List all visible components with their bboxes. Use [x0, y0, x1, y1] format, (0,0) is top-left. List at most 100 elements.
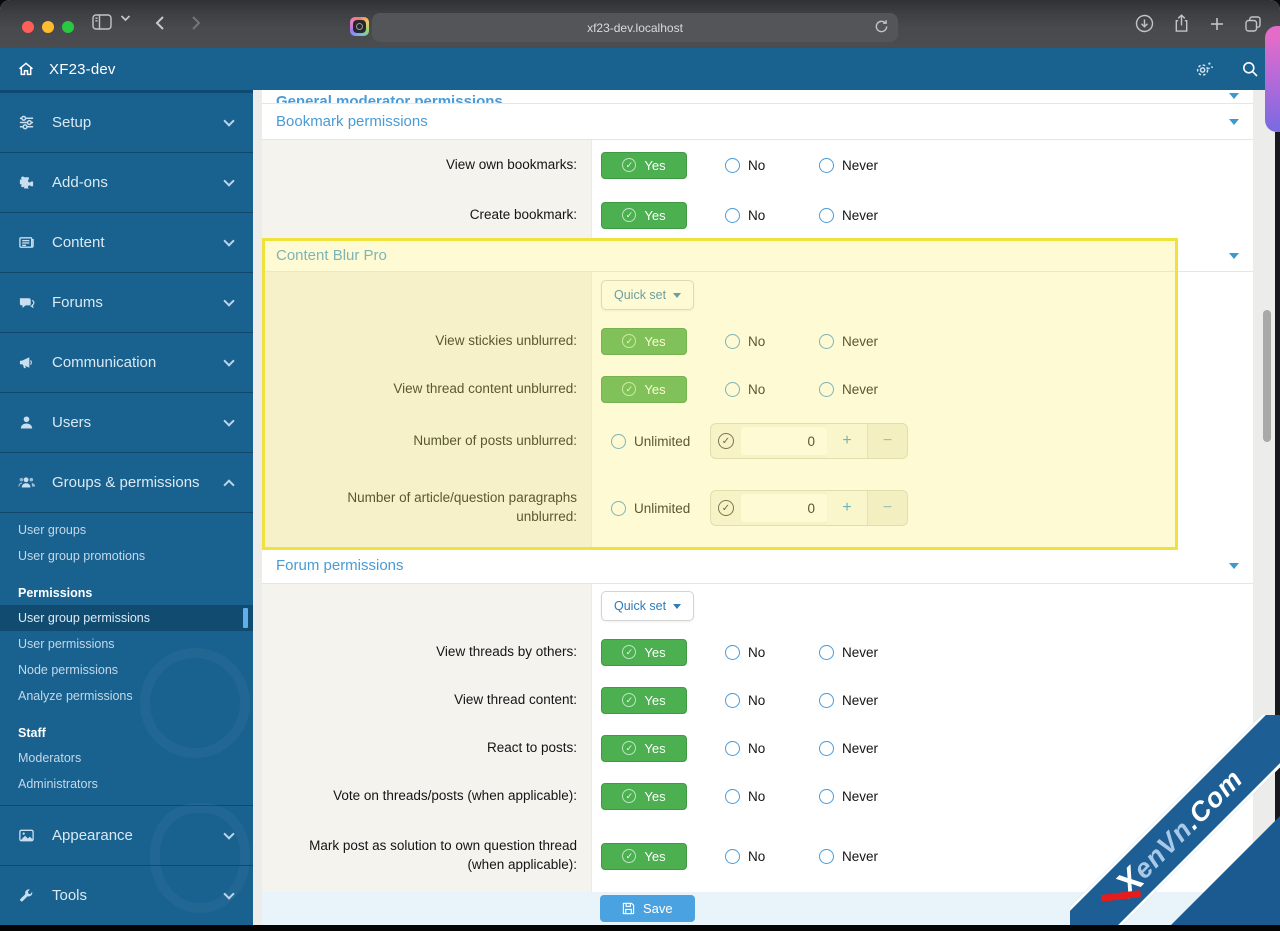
sidebar-item-groups-permissions[interactable]: Groups & permissions — [0, 453, 253, 513]
permission-yes-button[interactable]: ✓ Yes — [601, 842, 687, 870]
sidebar-subitem-user-group-promotions[interactable]: User group promotions — [0, 543, 253, 569]
permission-no-option[interactable]: No — [725, 333, 819, 349]
permission-label: View threads by others: — [262, 628, 592, 676]
sidebar-item-setup[interactable]: Setup — [0, 93, 253, 153]
sidebar-subitem-administrators[interactable]: Administrators — [0, 771, 253, 797]
minimize-window-button[interactable] — [42, 21, 54, 33]
sidebar-item-content[interactable]: Content — [0, 213, 253, 273]
permission-yes-button[interactable]: ✓ Yes — [601, 638, 687, 666]
permission-yes-button[interactable]: ✓ Yes — [601, 734, 687, 762]
permission-never-option[interactable]: Never — [819, 848, 913, 864]
home-icon[interactable] — [17, 60, 35, 78]
unlimited-option[interactable]: Unlimited — [611, 433, 710, 449]
radio-icon — [725, 381, 740, 397]
permission-no-option[interactable]: No — [725, 740, 819, 756]
permission-never-option[interactable]: Never — [819, 207, 913, 223]
number-input[interactable]: 0 — [741, 494, 827, 522]
bullhorn-icon — [18, 354, 42, 371]
permission-label — [262, 272, 592, 318]
quick-set-button[interactable]: Quick set — [601, 591, 695, 621]
permission-row: View thread content unblurred: ✓ Yes No Neve… — [262, 364, 1253, 414]
tabs-overview-icon[interactable] — [1244, 15, 1262, 33]
sidebar-item-forums[interactable]: Forums — [0, 273, 253, 333]
unlimited-label: Unlimited — [634, 500, 691, 516]
forward-icon[interactable] — [186, 14, 204, 32]
share-icon[interactable] — [1173, 14, 1190, 33]
permission-yes-button[interactable]: ✓ Yes — [601, 151, 687, 179]
permission-no-option[interactable]: No — [725, 692, 819, 708]
permission-never-option[interactable]: Never — [819, 644, 913, 660]
permission-no-option[interactable]: No — [725, 207, 819, 223]
permission-no-option[interactable]: No — [725, 381, 819, 397]
permission-no-option[interactable]: No — [725, 788, 819, 804]
search-icon[interactable] — [1241, 60, 1259, 78]
increment-button[interactable]: + — [827, 424, 867, 458]
sidebar-item-appearance[interactable]: Appearance — [0, 806, 253, 866]
increment-button[interactable]: + — [827, 491, 867, 525]
permission-yes-button[interactable]: ✓ Yes — [601, 375, 687, 403]
section-header-bookmark-permissions[interactable]: Bookmark permissions — [262, 104, 1253, 140]
address-bar[interactable]: xf23-dev.localhost — [372, 13, 898, 42]
settings-gear-icon[interactable] — [1194, 59, 1214, 79]
chevron-down-icon — [223, 235, 235, 247]
chevron-down-icon — [1229, 252, 1239, 259]
yes-label: Yes — [644, 740, 666, 756]
close-window-button[interactable] — [22, 21, 34, 33]
zoom-window-button[interactable] — [62, 21, 74, 33]
window-controls — [22, 21, 74, 33]
back-icon[interactable] — [152, 14, 170, 32]
floppy-disk-icon — [622, 902, 635, 915]
permission-no-option[interactable]: No — [725, 157, 819, 173]
permission-never-option[interactable]: Never — [819, 740, 913, 756]
decrement-button[interactable]: − — [867, 424, 907, 458]
site-title[interactable]: XF23-dev — [49, 61, 116, 78]
sidebar-item-users[interactable]: Users — [0, 393, 253, 453]
number-input[interactable]: 0 — [741, 427, 827, 455]
sidebar-subitem-node-permissions[interactable]: Node permissions — [0, 657, 253, 683]
permission-never-option[interactable]: Never — [819, 333, 913, 349]
sidebar-subitem-user-groups[interactable]: User groups — [0, 517, 253, 543]
permission-never-option[interactable]: Never — [819, 157, 913, 173]
no-label: No — [748, 207, 766, 223]
section-header-forum-permissions[interactable]: Forum permissions — [262, 548, 1253, 584]
never-label: Never — [842, 333, 879, 349]
permission-no-option[interactable]: No — [725, 848, 819, 864]
permission-yes-button[interactable]: ✓ Yes — [601, 782, 687, 810]
sidebar-subitem-user-permissions[interactable]: User permissions — [0, 631, 253, 657]
permission-yes-button[interactable]: ✓ Yes — [601, 201, 687, 229]
permission-row: Quick set — [262, 584, 1253, 628]
decrement-button[interactable]: − — [867, 491, 907, 525]
permission-row: React to posts: ✓ Yes No Never — [262, 724, 1253, 772]
reload-icon[interactable] — [874, 19, 889, 34]
section-header-general-moderator-permissions[interactable]: General moderator permissions — [262, 90, 1253, 104]
permission-row: View thread content: ✓ Yes No Never — [262, 676, 1253, 724]
permission-never-option[interactable]: Never — [819, 381, 913, 397]
permission-no-option[interactable]: No — [725, 644, 819, 660]
section-header-content-blur-pro[interactable]: Content Blur Pro — [262, 240, 1253, 272]
yes-label: Yes — [644, 207, 666, 223]
permission-never-option[interactable]: Never — [819, 788, 913, 804]
sidebar-subitem-analyze-permissions[interactable]: Analyze permissions — [0, 683, 253, 709]
permission-label: Mark post as solution to own question th… — [262, 820, 592, 892]
row-controls: ✓ Yes No Never — [592, 318, 1253, 364]
chevron-down-icon[interactable] — [120, 14, 131, 22]
number-spinner[interactable]: ✓ 0 + − — [710, 423, 908, 459]
save-button[interactable]: Save — [600, 895, 695, 922]
unlimited-option[interactable]: Unlimited — [611, 500, 710, 516]
permission-never-option[interactable]: Never — [819, 692, 913, 708]
sidebar-item-add-ons[interactable]: Add-ons — [0, 153, 253, 213]
no-label: No — [748, 157, 766, 173]
download-icon[interactable] — [1135, 14, 1154, 33]
sidebar-item-communication[interactable]: Communication — [0, 333, 253, 393]
scrollbar-thumb[interactable] — [1263, 310, 1271, 442]
sidebar-toggle-icon[interactable] — [92, 14, 112, 30]
sidebar-subitem-moderators[interactable]: Moderators — [0, 745, 253, 771]
sidebar-item-tools[interactable]: Tools — [0, 866, 253, 925]
new-tab-icon[interactable] — [1209, 16, 1225, 32]
quick-set-button[interactable]: Quick set — [601, 280, 695, 310]
number-spinner[interactable]: ✓ 0 + − — [710, 490, 908, 526]
permission-yes-button[interactable]: ✓ Yes — [601, 327, 687, 355]
chevron-down-icon — [1229, 118, 1239, 125]
permission-yes-button[interactable]: ✓ Yes — [601, 686, 687, 714]
sidebar-subitem-user-group-permissions[interactable]: User group permissions — [0, 605, 253, 631]
